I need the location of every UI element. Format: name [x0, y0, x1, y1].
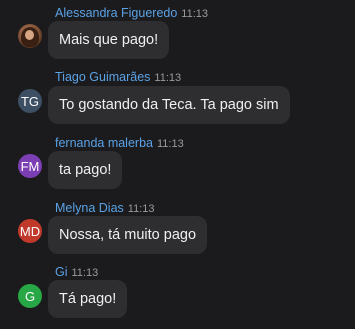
message-text: Nossa, tá muito pago [59, 227, 197, 243]
message-text: ta pago! [59, 162, 112, 178]
avatar-initials: TG [20, 93, 40, 109]
message-text: Mais que pago! [59, 32, 159, 48]
avatar[interactable]: FM [18, 154, 42, 178]
author-name[interactable]: Alessandra Figueredo [55, 6, 177, 20]
message-bubble[interactable]: Nossa, tá muito pago [48, 216, 208, 254]
message-text: Tá pago! [59, 291, 117, 307]
message-bubble[interactable]: Mais que pago! [48, 21, 170, 59]
message-timestamp: 11:13 [154, 72, 182, 84]
avatar[interactable]: MD [18, 219, 42, 243]
message-timestamp: 11:13 [71, 267, 99, 279]
message-header: Tiago Guimarães 11:13 [55, 70, 181, 85]
chat-message-list: Alessandra Figueredo 11:13 Mais que pago!… [0, 0, 355, 329]
avatar-initials: G [24, 288, 36, 304]
author-name[interactable]: Tiago Guimarães [55, 70, 150, 84]
author-name[interactable]: Melyna Dias [55, 201, 124, 215]
message-header: Melyna Dias 11:13 [55, 201, 155, 216]
message-bubble[interactable]: Tá pago! [48, 280, 128, 318]
avatar[interactable]: TG [18, 89, 42, 113]
avatar-initials: FM [20, 158, 40, 174]
author-name[interactable]: fernanda malerba [55, 136, 153, 150]
message-timestamp: 11:13 [127, 203, 155, 215]
message-timestamp: 11:13 [181, 8, 209, 20]
message-text: To gostando da Teca. Ta pago sim [59, 97, 279, 113]
message-bubble[interactable]: To gostando da Teca. Ta pago sim [48, 86, 290, 124]
message-header: fernanda malerba 11:13 [55, 136, 184, 151]
message-header: Alessandra Figueredo 11:13 [55, 6, 208, 21]
message-timestamp: 11:13 [156, 138, 184, 150]
avatar[interactable]: G [18, 284, 42, 308]
message-bubble[interactable]: ta pago! [48, 151, 123, 189]
message-header: Gi 11:13 [55, 265, 98, 280]
avatar[interactable] [18, 24, 42, 48]
avatar-initials: MD [19, 223, 41, 239]
author-name[interactable]: Gi [55, 265, 68, 279]
